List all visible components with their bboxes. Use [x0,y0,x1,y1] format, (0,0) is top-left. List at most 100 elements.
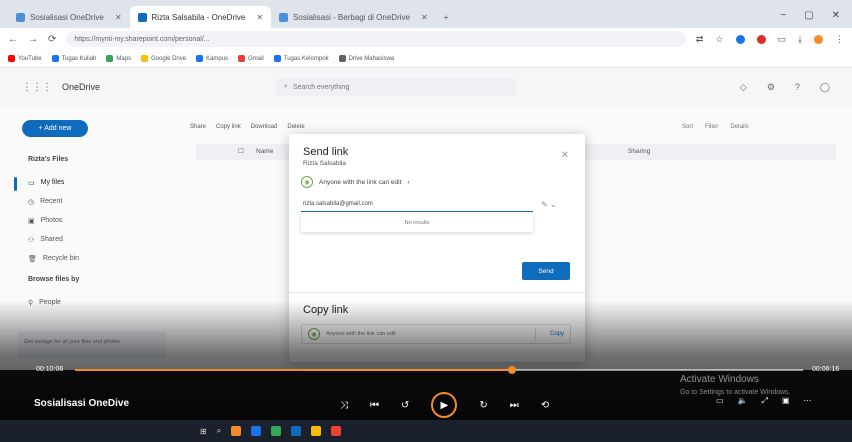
bookmark[interactable]: Maps [106,54,131,62]
reload-icon[interactable]: ⟳ [48,34,56,45]
bookmark[interactable]: Tugas Kelompok [273,54,329,62]
add-new-button[interactable]: + Add new [22,120,88,137]
share-command[interactable]: Share [190,124,206,130]
sort-command[interactable]: Sort [682,124,693,130]
bookmarks-bar: YouTube Tugas Kuliah Maps Google Drive K… [0,50,852,68]
download-icon[interactable]: ⤓ [798,34,802,45]
search-input[interactable]: ⌕ Search everything [276,78,516,96]
maps-icon [106,54,114,62]
select-all-checkbox[interactable]: ☐ [238,147,244,155]
new-tab-icon[interactable]: + [436,6,457,28]
repeat-icon[interactable]: ⟲ [541,400,549,411]
fullscreen-icon[interactable]: ⤢ [762,396,768,406]
maximize-icon[interactable]: ▢ [804,10,813,21]
app-icon[interactable] [271,426,282,436]
bookmark[interactable]: Tugas Kuliah [51,54,96,62]
dialog-title: Send link [303,146,349,158]
browser-tab[interactable]: Sosialisasi - Berbagi di OneDrive ✕ [271,6,436,28]
bookmark[interactable]: Google Drive [141,54,186,62]
url-field[interactable]: https://mynti-my.sharepoint.com/personal… [66,31,686,47]
sidebar-item-people[interactable]: ⚲ People [28,293,79,312]
video-title: Sosialisasi OneDive [34,398,130,409]
avatar[interactable]: ◯ [820,82,830,93]
extension-icon[interactable] [735,34,745,44]
link-permission[interactable]: ◉ Anyone with the link can edit › [301,176,410,188]
forward-icon[interactable]: ↻ [479,400,487,411]
command-bar: Share Copy link Download Delete [190,124,305,130]
seek-handle[interactable] [507,366,516,374]
column-name[interactable]: Name [256,148,273,155]
bookmark[interactable]: Gmail [238,54,264,62]
bookmark[interactable]: Drive Mahasiswa [338,54,394,62]
elapsed-time: 00:10:06 [36,366,64,373]
close-icon[interactable]: ✕ [256,13,263,22]
window-close-icon[interactable]: ✕ [832,10,840,21]
recipient-email-field[interactable]: rizta.salsabila@gmail.com [301,198,533,212]
screen: Sosialisasi OneDrive ✕ Rizta Salsabila -… [0,0,852,442]
sidebar-item-photos[interactable]: ▣ Photos [28,211,79,230]
minimize-icon[interactable]: − [780,10,786,21]
more-icon[interactable]: ⋯ [804,396,812,406]
app-icon[interactable] [331,426,342,436]
permission-label: Anyone with the link can edit [319,178,402,186]
column-sharing[interactable]: Sharing [628,148,650,155]
start-icon[interactable]: ⊞ [200,427,207,436]
miniplayer-icon[interactable]: ▭ [716,396,724,406]
bookmark[interactable]: YouTube [8,54,42,62]
app-icon[interactable] [251,426,262,436]
copy-button[interactable]: Copy [534,327,564,341]
play-button[interactable]: ▶ [431,392,458,418]
copy-link-command[interactable]: Copy link [216,124,241,130]
download-command[interactable]: Download [251,124,278,130]
help-icon[interactable]: ? [795,82,800,93]
selection-indicator [14,177,17,191]
app-icon[interactable] [291,426,302,436]
total-duration: 00:06:16 [812,366,840,373]
browser-tab-active[interactable]: Rizta Salsabila - OneDrive ✕ [129,6,272,28]
pencil-icon[interactable]: ✎ ⌄ [541,200,557,209]
previous-icon[interactable]: ⏮ [370,400,379,411]
send-button[interactable]: Send [522,262,570,280]
tab-favicon-icon [16,12,25,22]
details-command[interactable]: Details [730,124,748,130]
bookmark-icon [51,54,59,62]
app-icon[interactable] [311,426,322,436]
people-suggestions[interactable]: No results [301,214,533,232]
star-icon[interactable]: ☆ [715,34,723,45]
forward-icon[interactable]: → [28,34,38,45]
copy-permission-label[interactable]: Anyone with the link can edit [326,331,396,337]
close-icon[interactable]: ✕ [115,13,122,22]
taskbar-search-icon[interactable]: ⌕ [217,426,221,436]
filter-command[interactable]: Filter [705,124,718,130]
search-icon: ⌕ [284,83,288,90]
sidebar-item-recycle-bin[interactable]: 🗑 Recycle bin [28,249,79,268]
bookmark[interactable]: Kampus [196,54,228,62]
rewind-icon[interactable]: ↺ [401,400,409,411]
back-icon[interactable]: ← [8,34,18,45]
gmail-icon [238,54,246,62]
sidebar-item-shared[interactable]: ⚇ Shared [28,230,79,249]
diamond-icon[interactable]: ◇ [740,82,747,93]
app-icon[interactable] [231,426,242,436]
seek-bar[interactable] [75,366,803,374]
close-icon[interactable]: ✕ [561,150,569,161]
sidebar-item-my-files[interactable]: ▭ My files [28,173,79,192]
close-icon[interactable]: ✕ [421,13,428,22]
clock-icon: ◷ [28,198,35,206]
cast-icon[interactable]: ▣ [782,396,790,406]
sidebar-icon[interactable]: ▭ [778,34,787,45]
storage-promo[interactable]: Get storage for all your files and photo… [18,331,166,359]
gear-icon[interactable]: ⚙ [767,82,775,93]
translate-icon[interactable]: ⇄ [696,34,704,45]
browser-tab[interactable]: Sosialisasi OneDrive ✕ [8,6,130,28]
app-launcher-icon[interactable]: ⋮⋮⋮ [22,82,52,93]
extension-icon[interactable] [756,34,766,44]
delete-command[interactable]: Delete [287,124,304,130]
folder-icon: ▭ [28,179,35,187]
volume-icon[interactable]: 🔈 [738,396,748,406]
menu-icon[interactable]: ⋮ [835,34,844,45]
profile-avatar[interactable] [814,34,823,44]
next-icon[interactable]: ⏭ [510,400,519,411]
shuffle-icon[interactable]: ⤨ [340,400,348,411]
sidebar-item-recent[interactable]: ◷ Recent [28,192,79,211]
